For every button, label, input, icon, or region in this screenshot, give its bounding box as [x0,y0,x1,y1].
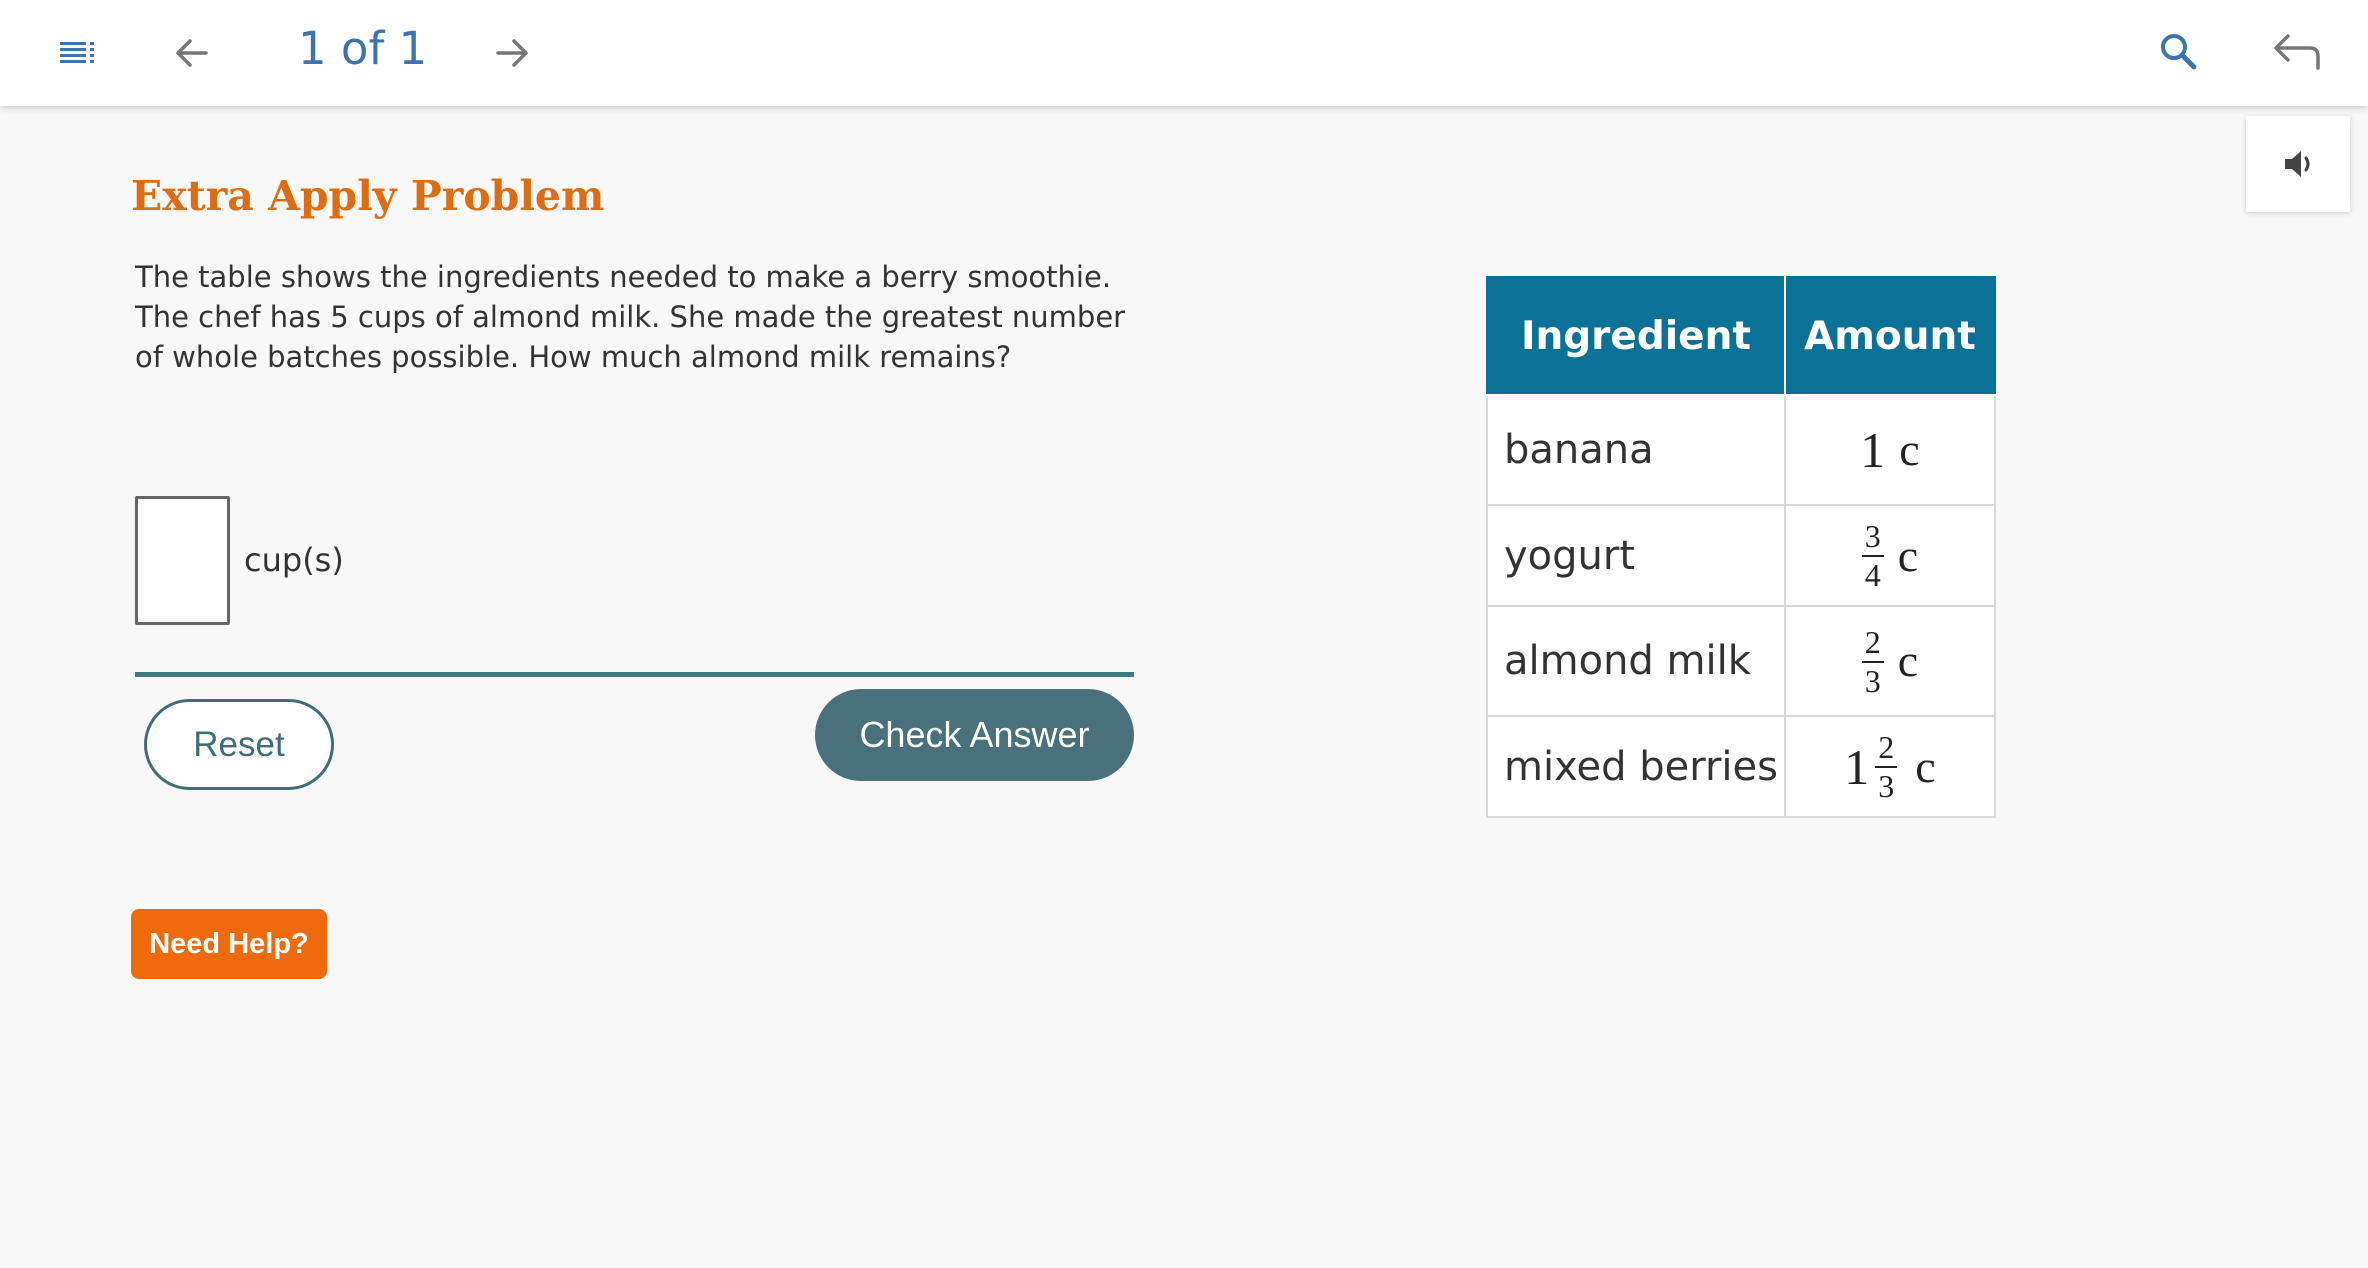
fraction-denominator: 4 [1864,557,1881,593]
table-header-row: Ingredient Amount [1486,276,1996,396]
answer-input[interactable] [135,496,230,625]
arrow-left-icon[interactable] [172,33,212,73]
amount-cell: 1 c [1784,394,1996,506]
unit-label: cup(s) [244,541,344,579]
amount-fraction: 2 3 [1875,731,1898,804]
column-header-amount: Amount [1784,276,1996,396]
amount-whole: 1 [1844,738,1870,795]
menu-list-icon[interactable] [56,36,100,70]
fraction-denominator: 3 [1864,662,1881,699]
table-row: banana 1 c [1486,394,1996,506]
fraction-numerator: 2 [1875,731,1898,768]
amount-unit: c [1899,424,1920,475]
fraction-denominator: 3 [1878,768,1895,804]
amount-unit: c [1897,635,1919,686]
page-indicator: 1 of 1 [298,22,428,75]
fraction-numerator: 3 [1861,520,1884,557]
ingredients-table: Ingredient Amount banana 1 c yogurt 3 4 [1486,276,1996,818]
divider [135,672,1134,677]
search-icon[interactable] [2158,31,2200,73]
table-row: yogurt 3 4 c [1486,504,1996,607]
problem-prompt: The table shows the ingredients needed t… [135,260,1126,374]
amount-unit: c [1915,740,1936,792]
speaker-icon [2285,151,2310,177]
reset-button[interactable]: Reset [144,699,334,790]
amount-fraction: 2 3 [1861,626,1884,699]
fraction-numerator: 2 [1861,626,1884,663]
problem-title: Extra Apply Problem [131,172,605,220]
need-help-button[interactable]: Need Help? [131,909,327,979]
table-row: mixed berries 1 2 3 c [1486,715,1996,818]
return-arrow-icon[interactable] [2270,30,2324,74]
check-answer-button[interactable]: Check Answer [815,689,1134,781]
ingredient-cell: mixed berries [1486,715,1786,818]
audio-button[interactable] [2246,116,2350,212]
ingredient-cell: banana [1486,394,1786,506]
top-toolbar: 1 of 1 [0,0,2368,106]
amount-cell: 3 4 c [1784,504,1996,607]
amount-whole: 1 [1860,422,1886,478]
amount-unit: c [1897,529,1919,581]
column-header-ingredient: Ingredient [1486,276,1786,396]
amount-cell: 2 3 c [1784,605,1996,717]
amount-fraction: 3 4 [1861,520,1884,593]
ingredient-cell: yogurt [1486,504,1786,607]
ingredient-cell: almond milk [1486,605,1786,717]
amount-cell: 1 2 3 c [1784,715,1996,818]
arrow-right-icon[interactable] [492,33,532,73]
table-row: almond milk 2 3 c [1486,605,1996,717]
